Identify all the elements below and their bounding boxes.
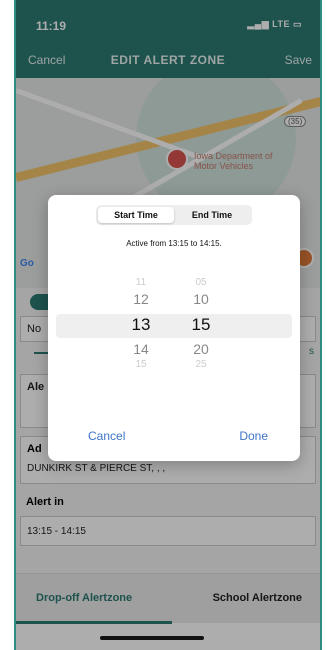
time-picker-wheel[interactable]: 11 12 13 14 15 05 10 15 20 25 [48,275,300,375]
dialog-cancel-button[interactable]: Cancel [88,429,125,443]
minute-selected[interactable]: 15 [176,315,226,335]
minute-option[interactable]: 10 [176,291,226,307]
hour-option[interactable]: 14 [116,341,166,357]
minute-option[interactable]: 20 [176,341,226,357]
hour-selected[interactable]: 13 [116,315,166,335]
minute-option[interactable]: 05 [176,277,226,288]
dialog-done-button[interactable]: Done [239,429,268,443]
minute-option[interactable]: 25 [176,359,226,370]
tab-start-time[interactable]: Start Time [98,207,174,223]
time-segmented-control: Start Time End Time [96,205,252,225]
active-range-text: Active from 13:15 to 14:15. [126,239,222,248]
phone-frame: 11:19 ▂▄▆ LTE ▭ Cancel EDIT ALERT ZONE S… [14,0,322,650]
tab-end-time[interactable]: End Time [174,207,250,223]
time-picker-dialog: Start Time End Time Active from 13:15 to… [48,195,300,461]
hour-option[interactable]: 15 [116,359,166,370]
home-indicator[interactable] [100,636,204,640]
hour-option[interactable]: 12 [116,291,166,307]
picker-selection-highlight [56,314,292,338]
hour-option[interactable]: 11 [116,277,166,288]
